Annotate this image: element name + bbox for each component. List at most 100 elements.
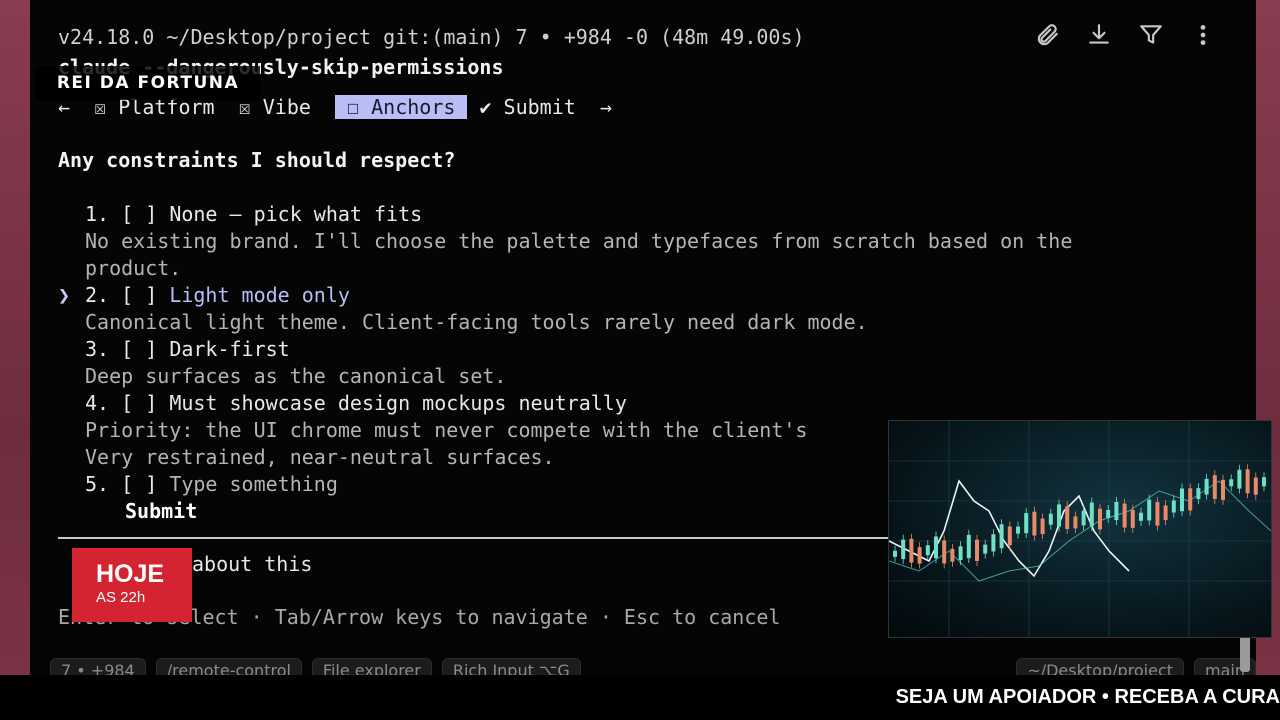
candle-body (1163, 505, 1168, 521)
stock-chart-graphic (889, 421, 1271, 637)
candle-body (1245, 469, 1250, 494)
schedule-day: HOJE (96, 560, 165, 588)
candle-body (893, 550, 897, 557)
candle-body (1188, 488, 1193, 511)
candle-body (1180, 488, 1184, 512)
schedule-time: AS 22h (96, 589, 146, 606)
candle-body (1073, 516, 1078, 529)
option-number: 5. (85, 472, 110, 496)
candle-body (1016, 526, 1020, 534)
option-2-desc: Canonical light theme. Client-facing too… (85, 310, 868, 334)
frame-left (0, 0, 30, 720)
candle-body (1007, 526, 1012, 546)
option-4[interactable]: 4. [ ] Must showcase design mockups neut… (85, 390, 627, 417)
candle-body (1024, 513, 1029, 534)
option-checkbox[interactable]: [ ] (121, 283, 157, 307)
next-arrow[interactable]: → (600, 95, 612, 119)
candle-body (1139, 512, 1143, 521)
candle-body (1081, 510, 1086, 526)
tab-submit-label: Submit (503, 95, 576, 119)
tab-anchors[interactable]: ☐ Anchors (335, 95, 468, 119)
option-label: Type something (169, 472, 338, 496)
filter-icon[interactable] (1138, 22, 1164, 48)
candle-body (999, 524, 1004, 549)
question-title: Any constraints I should respect? (58, 148, 456, 172)
tab-vibe-label: Vibe (262, 95, 311, 119)
option-3-desc: Deep surfaces as the canonical set. (85, 364, 507, 388)
candle-body (1122, 503, 1127, 528)
tab-anchors-label: Anchors (371, 95, 456, 119)
download-icon[interactable] (1086, 22, 1112, 48)
candle-body (901, 539, 906, 560)
option-label: Dark-first (169, 337, 290, 361)
schedule-badge: HOJE AS 22h (72, 548, 192, 622)
chat-about-this[interactable]: about this (192, 551, 312, 578)
toolbar-icons (1034, 22, 1216, 48)
paperclip-icon[interactable] (1034, 22, 1060, 48)
candle-body (1237, 469, 1242, 489)
option-number: 3. (85, 337, 110, 361)
candle-body (991, 534, 996, 552)
candle-body (1057, 504, 1061, 527)
candle-body (1155, 502, 1160, 526)
candle-body (1048, 513, 1053, 525)
candle-body (983, 544, 988, 554)
candle-body (1114, 502, 1119, 521)
tab-submit[interactable]: ✔ Submit (479, 95, 575, 119)
more-vertical-icon[interactable] (1190, 22, 1216, 48)
candle-body (1171, 500, 1176, 513)
option-checkbox[interactable]: [ ] (121, 391, 157, 415)
candle-body (1089, 502, 1094, 527)
candle-body (1098, 508, 1102, 530)
option-label: Must showcase design mockups neutrally (169, 391, 627, 415)
option-1-desc: No existing brand. I'll choose the palet… (85, 229, 1073, 253)
candle-body (1130, 509, 1135, 528)
option-5[interactable]: 5. [ ] Type something (85, 471, 338, 498)
option-4-desc: Priority: the UI chrome must never compe… (85, 418, 808, 442)
tab-anchors-mark: ☐ (347, 95, 360, 119)
option-checkbox[interactable]: [ ] (121, 202, 157, 226)
option-1[interactable]: 1. [ ] None — pick what fits (85, 201, 422, 228)
option-3[interactable]: 3. [ ] Dark-first (85, 336, 290, 363)
candle-body (1032, 511, 1037, 536)
candle-body (1262, 477, 1266, 487)
option-checkbox[interactable]: [ ] (121, 337, 157, 361)
candle-body (934, 536, 938, 559)
candle-body (1106, 509, 1111, 518)
candle-body (1196, 488, 1201, 500)
candle-body (1040, 518, 1045, 535)
option-2[interactable]: 2. [ ] Light mode only (85, 282, 350, 309)
stock-chart-image (888, 420, 1272, 638)
candle-body (1253, 477, 1258, 495)
news-ticker: SEJA UM APOIADOR • RECEBA A CURA (0, 675, 1280, 720)
candle-body (1212, 475, 1217, 499)
candle-body (925, 545, 930, 556)
option-number: 1. (85, 202, 110, 226)
divider (58, 537, 898, 539)
candle-body (1147, 499, 1152, 521)
candle-body (966, 534, 971, 559)
prompt-line: v24.18.0 ~/Desktop/project git:(main) 7 … (58, 25, 805, 49)
option-checkbox[interactable]: [ ] (121, 472, 157, 496)
selection-cursor: ❯ (58, 283, 71, 307)
candle-body (1221, 479, 1225, 500)
candle-body (942, 540, 947, 564)
scrollbar[interactable] (1240, 632, 1250, 672)
candle-body (1229, 479, 1234, 487)
candle-body (958, 546, 963, 561)
candle-body (1065, 506, 1070, 529)
channel-badge: REI DA FORTUNA (36, 66, 260, 100)
candle-body (909, 538, 914, 563)
ticker-text: SEJA UM APOIADOR • RECEBA A CURA (895, 686, 1280, 708)
option-1-desc-2: product. (85, 256, 182, 280)
candle-body (975, 539, 979, 561)
option-number: 2. (85, 283, 110, 307)
tab-submit-mark: ✔ (479, 95, 492, 119)
option-label: Light mode only (169, 283, 350, 307)
option-number: 4. (85, 391, 110, 415)
option-label: None — pick what fits (169, 202, 423, 226)
candle-body (1204, 478, 1209, 495)
candle-body (950, 548, 955, 562)
option-4-desc-2: Very restrained, near-neutral surfaces. (85, 445, 555, 469)
submit-button[interactable]: Submit (125, 498, 197, 525)
